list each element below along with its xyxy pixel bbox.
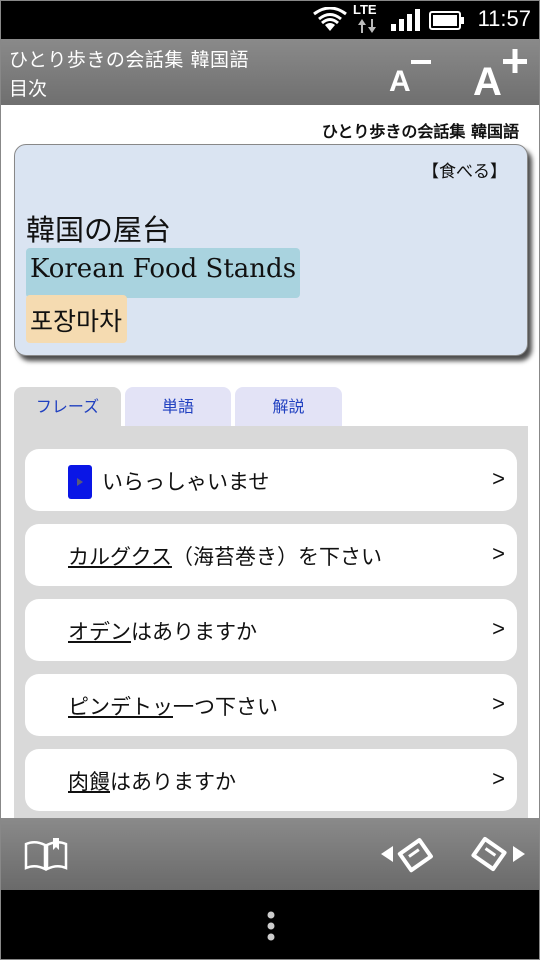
phrase-row[interactable]: ピンデトッ一つ下さい > bbox=[25, 674, 517, 736]
topic-title-english: Korean Food Stands bbox=[26, 248, 301, 298]
phrase-text: 肉饅はありますか bbox=[68, 770, 236, 794]
phrase-keyword[interactable]: カルグクス bbox=[68, 545, 172, 569]
chevron-right-icon: > bbox=[492, 466, 505, 491]
status-bar: LTE 11:57 bbox=[1, 1, 539, 39]
category-label: 【食べる】 bbox=[422, 162, 507, 182]
battery-icon bbox=[429, 11, 464, 30]
phrase-text: オデンはありますか bbox=[68, 620, 257, 644]
app-screen: LTE 11:57 ひとり歩きの会話集 韓国語 目次 A A ひとり歩きの会話集… bbox=[0, 0, 540, 960]
bottom-toolbar bbox=[1, 818, 539, 890]
phrase-list: いらっしゃいませ > カルグクス（海苔巻き）を下さい > オデンはありますか >… bbox=[14, 426, 528, 826]
system-nav-bar bbox=[1, 890, 539, 959]
chevron-right-icon: > bbox=[492, 541, 505, 566]
topic-title-japanese: 韓国の屋台 bbox=[26, 213, 172, 247]
wifi-icon bbox=[313, 7, 347, 31]
app-title: ひとり歩きの会話集 韓国語 bbox=[9, 49, 249, 71]
phrase-keyword[interactable]: オデン bbox=[68, 620, 131, 644]
chevron-right-icon: > bbox=[492, 691, 505, 716]
tab-bar: フレーズ 単語 解説 bbox=[14, 387, 528, 427]
font-increase-icon[interactable]: A bbox=[471, 45, 529, 99]
phrase-text: カルグクス（海苔巻き）を下さい bbox=[68, 545, 382, 569]
signal-strength-icon bbox=[391, 9, 420, 31]
phrase-text: ピンデトッ一つ下さい bbox=[68, 695, 278, 719]
prev-page-icon[interactable] bbox=[379, 832, 437, 876]
phrase-row[interactable]: カルグクス（海苔巻き）を下さい > bbox=[25, 524, 517, 586]
font-decrease-icon[interactable]: A bbox=[387, 49, 435, 97]
topic-title-korean: 포장마차 bbox=[26, 295, 128, 343]
network-type-label: LTE bbox=[353, 2, 377, 17]
overflow-menu-icon[interactable] bbox=[265, 910, 277, 942]
chevron-right-icon: > bbox=[492, 616, 505, 641]
phrase-text: いらっしゃいませ bbox=[102, 470, 270, 494]
phrase-keyword[interactable]: 肉饅 bbox=[68, 770, 110, 794]
screen-subtitle: 目次 bbox=[9, 78, 48, 100]
phrase-row[interactable]: いらっしゃいませ > bbox=[25, 449, 517, 511]
phrase-keyword[interactable]: ピンデトッ bbox=[68, 695, 173, 719]
tab-explanation[interactable]: 解説 bbox=[235, 387, 342, 427]
tab-words[interactable]: 単語 bbox=[125, 387, 231, 427]
topic-card: 【食べる】 韓国の屋台 Korean Food Stands 포장마차 bbox=[14, 144, 528, 356]
book-label: ひとり歩きの会話集 韓国語 bbox=[321, 122, 519, 141]
svg-text:A: A bbox=[473, 60, 502, 99]
next-page-icon[interactable] bbox=[469, 832, 527, 876]
book-icon[interactable] bbox=[23, 836, 69, 872]
tab-phrases[interactable]: フレーズ bbox=[14, 387, 121, 427]
clock: 11:57 bbox=[477, 6, 531, 31]
data-activity-icon bbox=[358, 19, 376, 33]
chevron-right-icon: > bbox=[492, 766, 505, 791]
svg-text:A: A bbox=[389, 65, 411, 97]
phrase-row[interactable]: オデンはありますか > bbox=[25, 599, 517, 661]
phrase-row[interactable]: 肉饅はありますか > bbox=[25, 749, 517, 811]
title-bar: ひとり歩きの会話集 韓国語 目次 A A bbox=[1, 39, 539, 105]
audio-play-icon[interactable] bbox=[68, 465, 92, 499]
